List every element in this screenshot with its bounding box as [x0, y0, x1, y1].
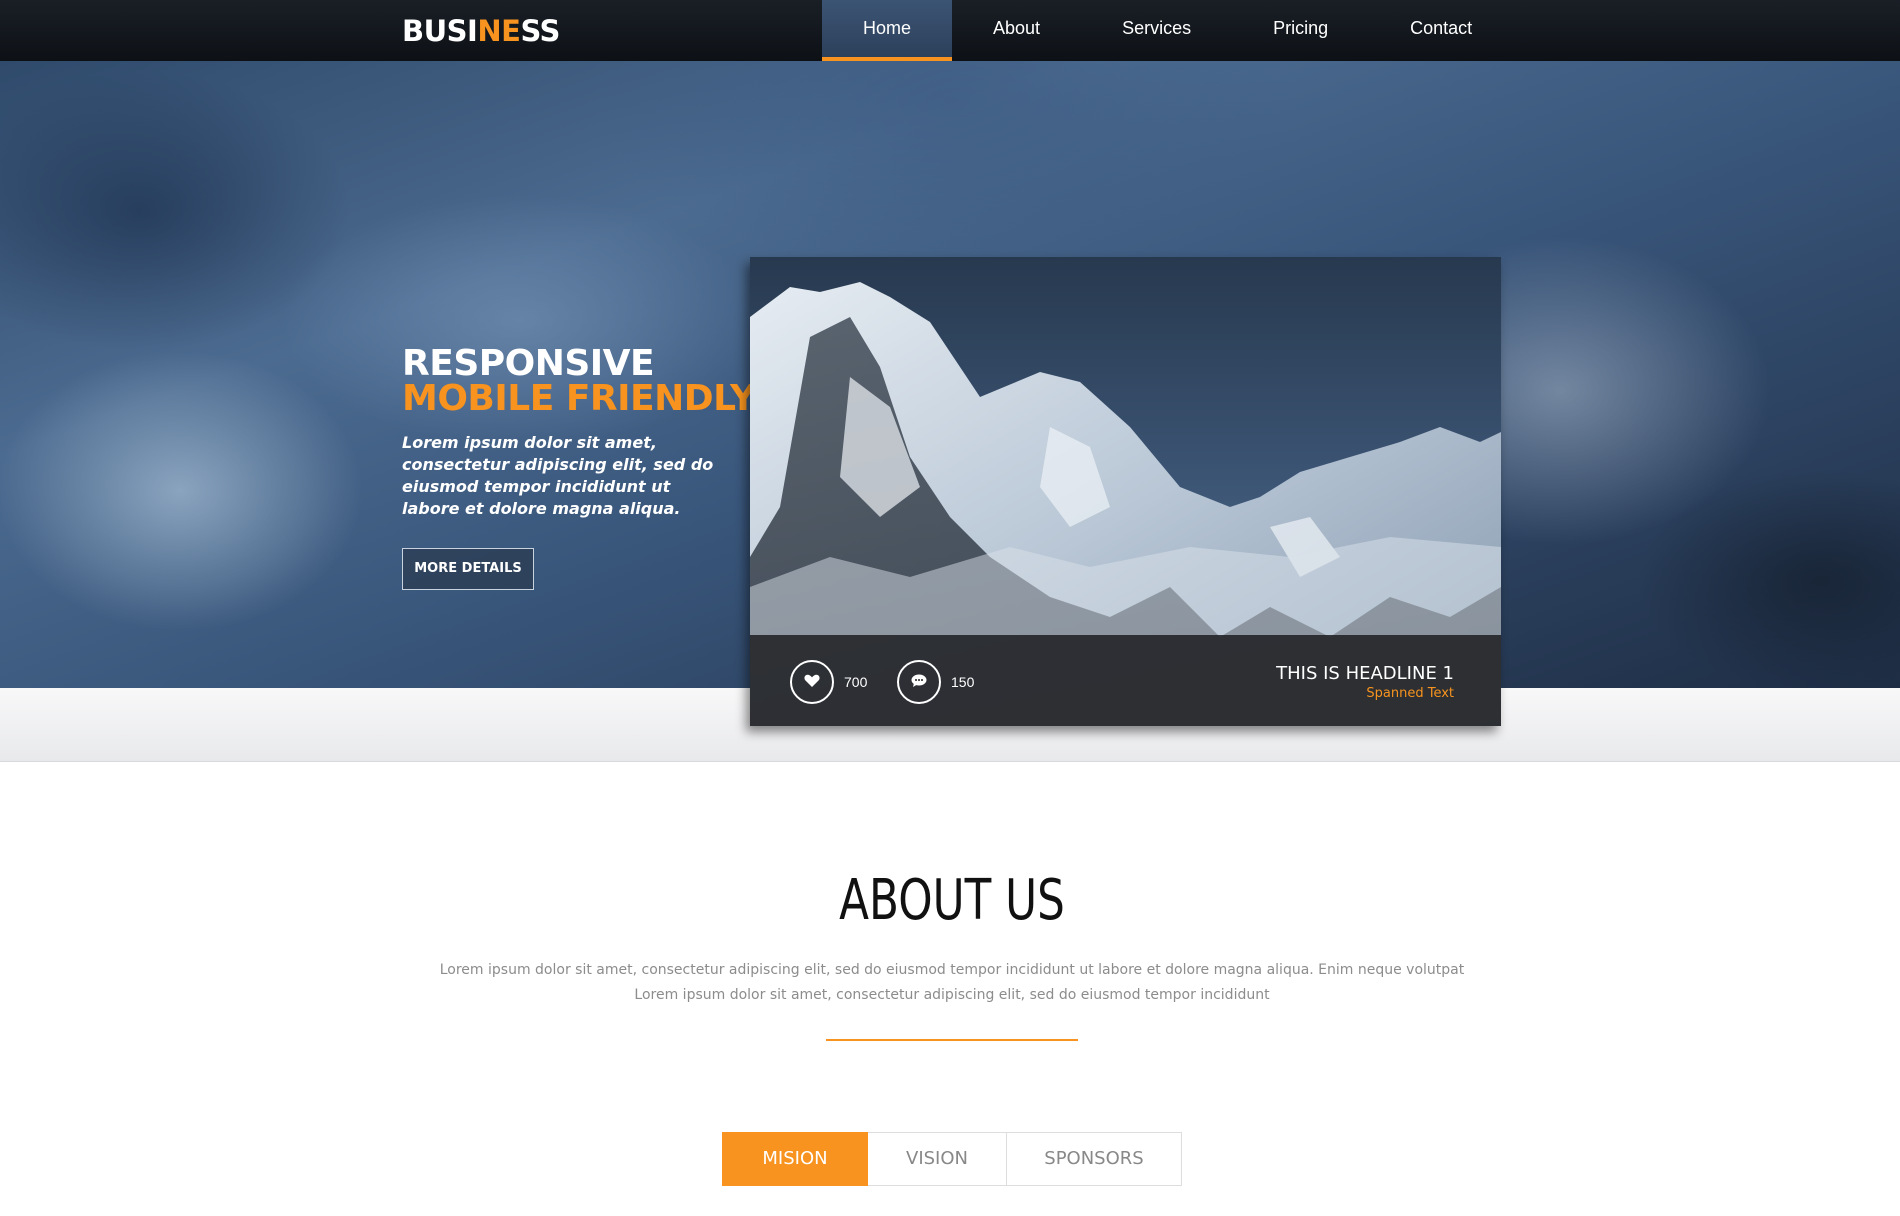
- card-subtext: Spanned Text: [1366, 686, 1454, 701]
- about-text-line2: Lorem ipsum dolor sit amet, consectetur …: [634, 987, 1270, 1003]
- brand-logo[interactable]: BUSINESS: [402, 14, 560, 48]
- comment-icon: [911, 674, 927, 691]
- likes-stat: 700: [790, 660, 867, 704]
- featured-card: 700 150 THIS IS HEADLINE 1 Spanned Text: [750, 257, 1501, 726]
- card-headline: THIS IS HEADLINE 1: [1276, 663, 1454, 684]
- about-divider: [826, 1039, 1078, 1041]
- tab-mision[interactable]: MISION: [722, 1132, 868, 1186]
- hero-title-line2: MOBILE FRIENDLY: [402, 378, 756, 419]
- tab-vision[interactable]: VISION: [868, 1132, 1007, 1186]
- nav-item-services[interactable]: Services: [1081, 0, 1232, 61]
- main-menu: Home About Services Pricing Contact: [822, 0, 1513, 61]
- brand-logo-part1: BUSI: [402, 14, 478, 48]
- like-button[interactable]: [790, 660, 834, 704]
- about-title: ABOUT US: [839, 868, 1065, 933]
- likes-count: 700: [844, 674, 868, 690]
- comments-stat: 150: [897, 660, 974, 704]
- tab-sponsors[interactable]: SPONSORS: [1007, 1132, 1182, 1186]
- nav-item-home[interactable]: Home: [822, 0, 953, 61]
- nav-item-about[interactable]: About: [952, 0, 1081, 61]
- top-navbar: BUSINESS Home About Services Pricing Con…: [0, 0, 1900, 61]
- more-details-button[interactable]: MORE DETAILS: [402, 548, 534, 590]
- nav-item-contact[interactable]: Contact: [1369, 0, 1513, 61]
- brand-logo-highlight: NE: [477, 14, 521, 48]
- heart-icon: [804, 674, 820, 691]
- nav-item-pricing[interactable]: Pricing: [1232, 0, 1369, 61]
- about-tabs: MISION VISION SPONSORS: [722, 1132, 1182, 1186]
- brand-logo-part3: SS: [520, 14, 560, 48]
- comments-count: 150: [951, 674, 975, 690]
- about-description: Lorem ipsum dolor sit amet, consectetur …: [0, 958, 1900, 1008]
- hero-description: Lorem ipsum dolor sit amet, consectetur …: [402, 433, 714, 518]
- comment-button[interactable]: [897, 660, 941, 704]
- about-text-line1: Lorem ipsum dolor sit amet, consectetur …: [439, 962, 1465, 978]
